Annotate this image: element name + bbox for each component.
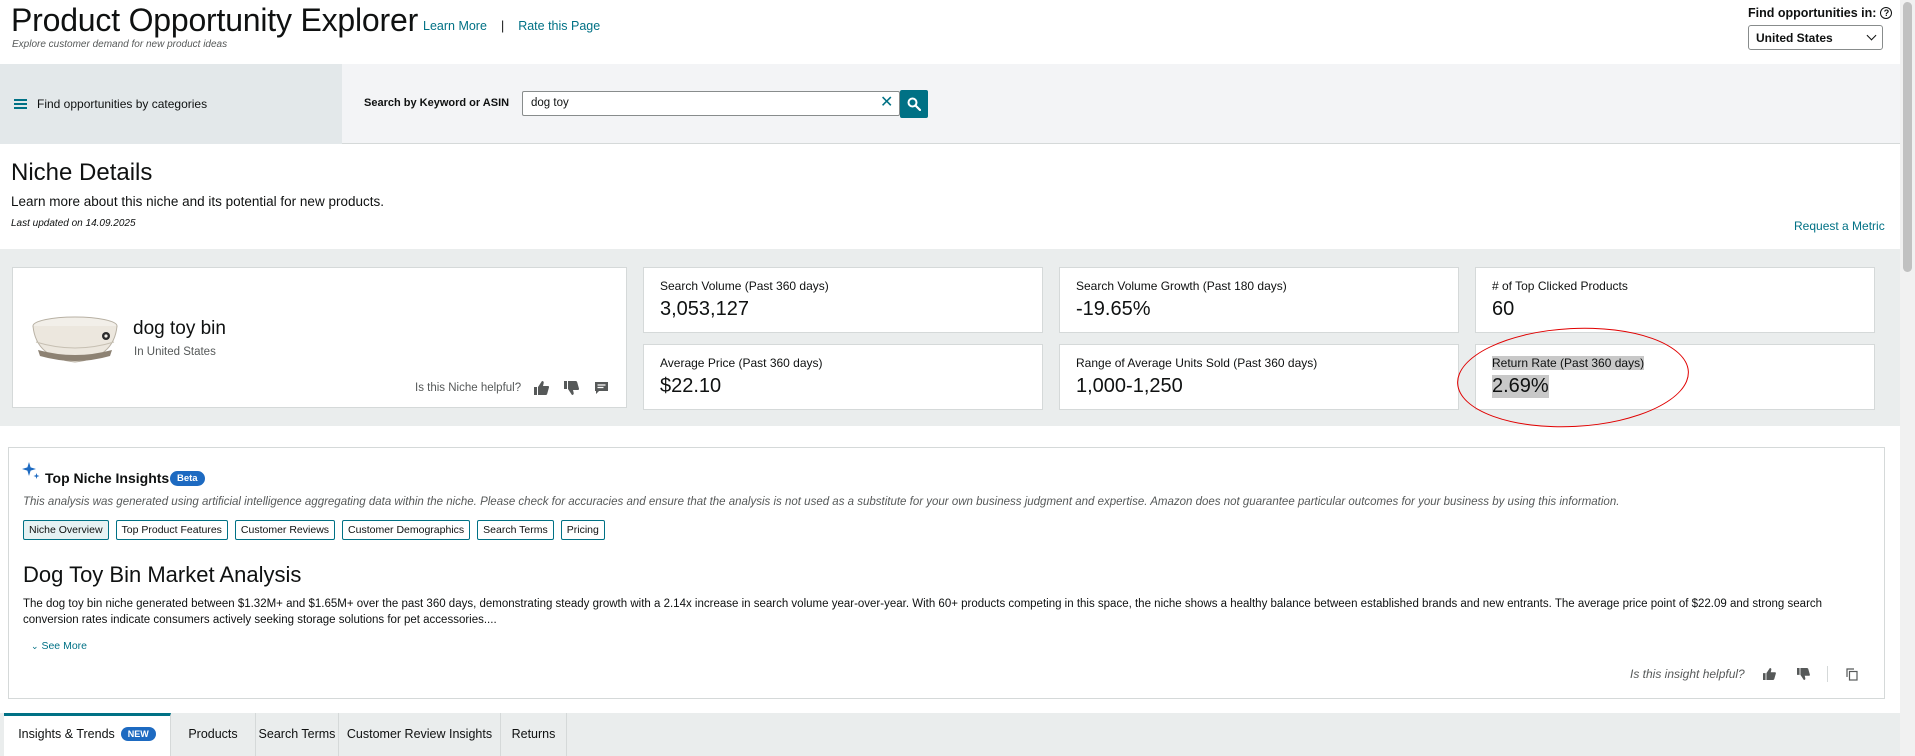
insight-feedback: Is this insight helpful? [1630, 666, 1862, 682]
sparkle-icon [22, 462, 40, 479]
metric-return-rate: Return Rate (Past 360 days) 2.69% [1475, 344, 1875, 410]
rate-page-link[interactable]: Rate this Page [518, 19, 600, 33]
niche-helpful-question: Is this Niche helpful? [415, 382, 522, 394]
search-label: Search by Keyword or ASIN [364, 97, 510, 109]
metric-value: 2.69% [1492, 375, 1549, 398]
learn-more-link[interactable]: Learn More [423, 19, 487, 33]
metric-value: -19.65% [1076, 298, 1151, 320]
comment-icon[interactable] [591, 381, 611, 395]
metric-value: 60 [1492, 298, 1515, 320]
tab-returns[interactable]: Returns [501, 713, 567, 756]
new-badge: NEW [120, 727, 156, 741]
tab-bar: Insights & Trends NEW Products Search Ter… [0, 713, 1900, 756]
app-title: Product Opportunity Explorer [11, 2, 419, 38]
search-icon [907, 97, 921, 111]
link-separator: | [500, 19, 505, 33]
last-updated: Last updated on 14.09.2025 [11, 218, 136, 229]
metric-label: # of Top Clicked Products [1492, 279, 1628, 293]
metric-search-volume: Search Volume (Past 360 days) 3,053,127 [643, 267, 1043, 333]
metric-label: Average Price (Past 360 days) [660, 356, 823, 370]
chip-niche-overview[interactable]: Niche Overview [23, 520, 109, 540]
metric-top-clicked-products: # of Top Clicked Products 60 [1475, 267, 1875, 333]
metric-label: Search Volume (Past 360 days) [660, 279, 829, 293]
header-links: Learn More | Rate this Page [423, 19, 600, 33]
clear-icon[interactable]: ✕ [880, 94, 893, 112]
help-icon[interactable]: ? [1880, 7, 1893, 19]
metric-label: Return Rate (Past 360 days) [1492, 356, 1645, 370]
find-label-text: Find opportunities in: [1748, 6, 1877, 20]
scrollbar[interactable] [1900, 0, 1915, 756]
find-opportunities-label: Find opportunities in: ? [1748, 6, 1893, 20]
search-button[interactable] [900, 90, 928, 118]
chip-pricing[interactable]: Pricing [560, 520, 605, 540]
country-select[interactable]: United States [1748, 25, 1883, 50]
tab-label: Search Terms [258, 727, 336, 741]
thumbs-down-icon[interactable] [561, 381, 581, 395]
tab-customer-review-insights[interactable]: Customer Review Insights [339, 713, 501, 756]
page-header: Product Opportunity Explorer Explore cus… [0, 0, 1900, 64]
insight-helpful-question: Is this insight helpful? [1630, 667, 1745, 681]
metric-value: 1,000-1,250 [1076, 375, 1183, 397]
thumbs-up-icon[interactable] [531, 381, 551, 395]
metrics-area: dog toy bin In United States Is this Nic… [0, 249, 1900, 426]
niche-description: Learn more about this niche and its pote… [11, 194, 384, 209]
see-more-label: See More [41, 640, 87, 652]
see-more-button[interactable]: ⌄ See More [31, 640, 87, 652]
insights-title: Top Niche Insights [45, 470, 170, 486]
metric-average-price: Average Price (Past 360 days) $22.10 [643, 344, 1043, 410]
tab-search-terms[interactable]: Search Terms [256, 713, 339, 756]
analysis-body: The dog toy bin niche generated between … [23, 598, 1823, 626]
tab-insights-trends[interactable]: Insights & Trends NEW [4, 713, 171, 756]
niche-card: dog toy bin In United States Is this Nic… [12, 267, 627, 408]
insight-filter-chips: Niche Overview Top Product Features Cust… [23, 520, 605, 540]
chip-search-terms[interactable]: Search Terms [477, 520, 554, 540]
niche-location: In United States [134, 346, 216, 358]
divider [1826, 666, 1828, 682]
menu-icon [14, 99, 27, 109]
insights-panel: Top Niche Insights Beta This analysis wa… [8, 447, 1885, 699]
product-image [32, 316, 118, 363]
scrollbar-thumb[interactable] [1903, 2, 1912, 272]
tab-label: Customer Review Insights [346, 727, 493, 741]
app-subtitle: Explore customer demand for new product … [12, 39, 228, 50]
categories-label: Find opportunities by categories [37, 97, 208, 111]
beta-badge: Beta [170, 471, 205, 486]
country-value: United States [1756, 30, 1833, 45]
search-bar: Find opportunities by categories Search … [0, 64, 1900, 144]
metric-label: Range of Average Units Sold (Past 360 da… [1076, 356, 1318, 370]
thumbs-down-icon[interactable] [1793, 667, 1813, 681]
thumbs-up-icon[interactable] [1759, 667, 1779, 681]
chip-top-product-features[interactable]: Top Product Features [115, 520, 228, 540]
tab-label: Products [188, 727, 238, 741]
search-input[interactable]: dog toy [522, 91, 900, 116]
analysis-heading: Dog Toy Bin Market Analysis [23, 562, 302, 587]
niche-title: Niche Details [11, 159, 153, 186]
copy-icon[interactable] [1842, 667, 1862, 681]
metric-search-volume-growth: Search Volume Growth (Past 180 days) -19… [1059, 267, 1459, 333]
chevron-down-icon: ⌄ [31, 641, 39, 651]
niche-name: dog toy bin [133, 318, 226, 339]
chevron-down-icon [1866, 30, 1877, 41]
metric-value: $22.10 [660, 375, 722, 397]
tab-products[interactable]: Products [171, 713, 256, 756]
metric-units-sold-range: Range of Average Units Sold (Past 360 da… [1059, 344, 1459, 410]
chip-customer-demographics[interactable]: Customer Demographics [342, 520, 471, 540]
metric-value: 3,053,127 [660, 298, 749, 320]
niche-feedback: Is this Niche helpful? [415, 381, 611, 395]
chip-customer-reviews[interactable]: Customer Reviews [234, 520, 336, 540]
metric-label: Search Volume Growth (Past 180 days) [1076, 279, 1287, 293]
ai-disclaimer: This analysis was generated using artifi… [23, 496, 1620, 508]
tab-label: Insights & Trends [18, 727, 115, 741]
tab-label: Returns [511, 727, 556, 741]
request-metric-link[interactable]: Request a Metric [1794, 219, 1885, 233]
categories-button[interactable]: Find opportunities by categories [0, 64, 342, 144]
